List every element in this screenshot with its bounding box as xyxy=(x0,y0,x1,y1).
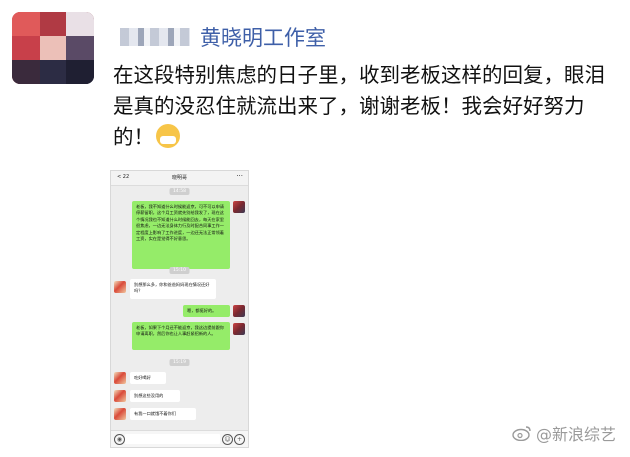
plus-icon[interactable]: + xyxy=(234,434,245,445)
message-bubble-sent[interactable]: 老板，我不知道什么时候能返京，可不可以申请停薪留职，这个月工资就先别给我发了，现… xyxy=(132,201,230,269)
watermark: @新浪综艺 xyxy=(512,421,616,445)
more-icon[interactable]: ··· xyxy=(236,172,243,180)
timestamp: 14:58 xyxy=(169,188,190,195)
message-bubble-received[interactable]: 别想这些没用的 xyxy=(130,390,180,402)
blurred-name-prefix xyxy=(120,28,190,46)
timestamp: 15:19 xyxy=(169,359,190,366)
sender-avatar xyxy=(233,201,245,213)
message-bubble-received[interactable]: 吃好喝好 xyxy=(130,372,166,384)
author-name[interactable]: 黄晓明工作室 xyxy=(200,22,326,52)
mask-face-emoji-icon xyxy=(156,124,180,148)
sender-avatar xyxy=(233,305,245,317)
message-input[interactable] xyxy=(125,434,220,444)
author-avatar[interactable] xyxy=(12,12,94,84)
weibo-logo-icon xyxy=(512,425,532,441)
message-bubble-sent[interactable]: 嗯，都挺好的。 xyxy=(183,305,230,317)
message-bubble-received[interactable]: 有我一口就饿不着你们 xyxy=(130,408,196,420)
receiver-avatar xyxy=(114,372,126,384)
watermark-text: @新浪综艺 xyxy=(535,425,616,444)
chat-title: 晓明哥 xyxy=(171,175,187,181)
receiver-avatar xyxy=(114,281,126,293)
author-row: 黄晓明工作室 xyxy=(120,22,326,52)
chat-screenshot[interactable]: < 22 晓明哥 ··· 14:58 老板，我不知道什么时候能返京，可不可以申请… xyxy=(110,170,249,448)
post-text: 在这段特别焦虑的日子里，收到老板这样的回复，眼泪是真的没忍住就流出来了，谢谢老板… xyxy=(113,60,613,153)
chat-header: < 22 晓明哥 ··· xyxy=(111,171,248,186)
receiver-avatar xyxy=(114,390,126,402)
timestamp: 15:10 xyxy=(169,267,190,274)
message-bubble-received[interactable]: 别想那么多，你和爸爸妈妈现在情况还好吗？ xyxy=(130,279,216,299)
emoji-icon[interactable]: ☺ xyxy=(222,434,233,445)
chat-input-bar: ◉ ☺ + xyxy=(111,430,248,447)
message-bubble-sent[interactable]: 老板，如果下个月还不能返京，我这边提前跟你申请离职，然后你也让人事赶紧招新的人。 xyxy=(132,322,230,350)
sender-avatar xyxy=(233,323,245,335)
receiver-avatar xyxy=(114,408,126,420)
post-body: 在这段特别焦虑的日子里，收到老板这样的回复，眼泪是真的没忍住就流出来了，谢谢老板… xyxy=(113,63,605,149)
voice-icon[interactable]: ◉ xyxy=(114,434,125,445)
